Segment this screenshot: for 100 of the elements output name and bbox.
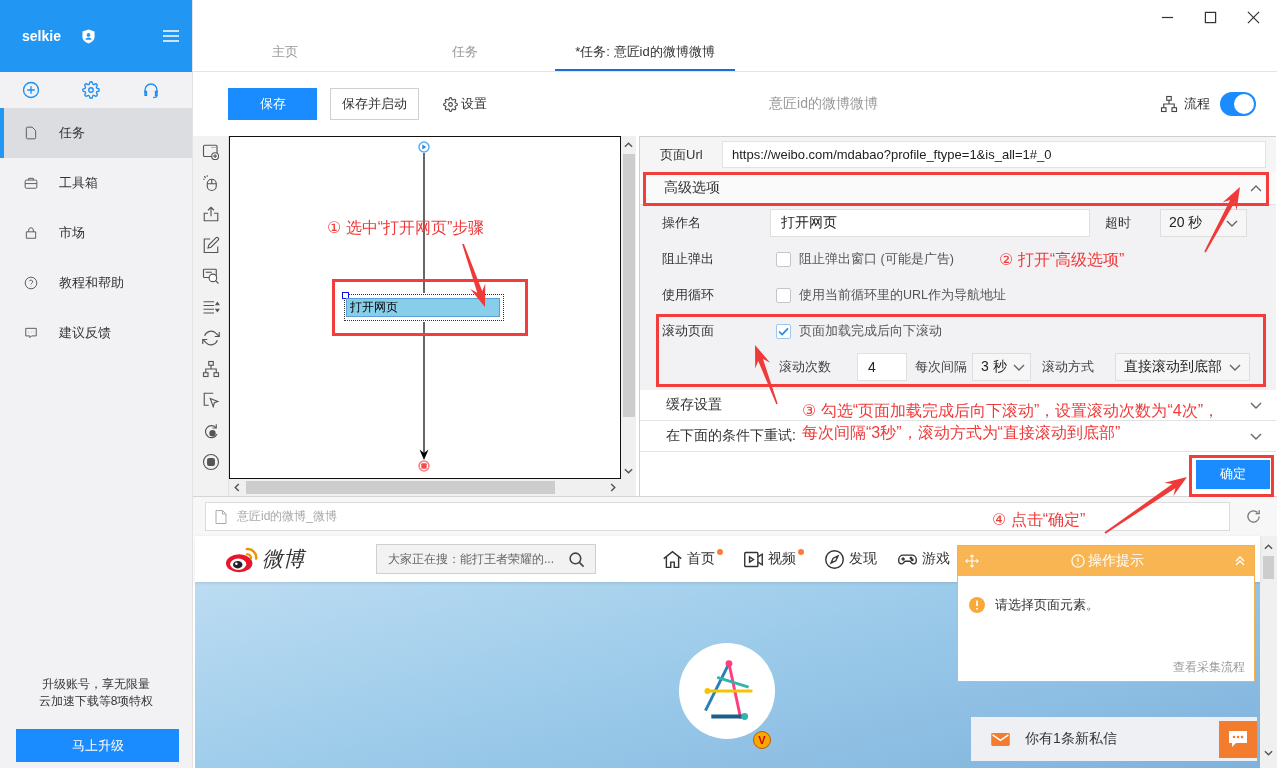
new-window-icon[interactable] bbox=[201, 143, 220, 161]
compass-icon bbox=[824, 548, 845, 570]
scrollbar-thumb[interactable] bbox=[246, 481, 555, 494]
dropdown[interactable]: 直接滚动到底部 bbox=[1115, 353, 1250, 381]
scrollbar-thumb[interactable] bbox=[1263, 556, 1274, 579]
message-text: 你有1条新私信 bbox=[1025, 730, 1117, 748]
edit-icon[interactable] bbox=[201, 236, 220, 254]
headset-icon[interactable] bbox=[142, 81, 160, 99]
dropdown[interactable]: 3 秒 bbox=[972, 353, 1031, 381]
cursor-select-icon[interactable] bbox=[201, 391, 220, 409]
nav-link[interactable]: 游戏 bbox=[897, 548, 950, 570]
chevron-up-icon[interactable] bbox=[1250, 184, 1262, 192]
annotation-arrow bbox=[755, 345, 778, 405]
toggle-label: 流程 bbox=[1184, 95, 1210, 113]
field-label: 阻止弹出 bbox=[662, 250, 715, 268]
search-icon[interactable] bbox=[568, 550, 585, 568]
field-label: 滚动次数 bbox=[779, 358, 832, 376]
dropdown[interactable]: 20 秒 bbox=[1160, 209, 1247, 237]
promo-text: 升级账号，享无限量 云加速下载等8项特权 bbox=[37, 676, 155, 710]
hierarchy-icon[interactable] bbox=[201, 360, 220, 378]
logo-text: 微博 bbox=[262, 545, 305, 573]
chevron-down-icon bbox=[1012, 363, 1025, 371]
nav-link[interactable]: 首页 bbox=[662, 548, 723, 570]
end-icon bbox=[418, 460, 430, 472]
input-field[interactable]: 打开网页 bbox=[770, 209, 1090, 237]
chevron-down-icon[interactable] bbox=[624, 468, 633, 474]
checkbox[interactable] bbox=[776, 287, 791, 303]
home-icon bbox=[662, 548, 683, 570]
chevron-down-icon[interactable] bbox=[1264, 750, 1273, 756]
help-icon bbox=[24, 276, 38, 290]
chat-bubble-icon bbox=[1228, 730, 1248, 748]
sidebar-item[interactable]: 教程和帮助 bbox=[0, 258, 192, 308]
url-field[interactable]: https://weibo.com/mdabao?profile_ftype=1&is_all=1#_0 bbox=[722, 141, 1266, 168]
tab[interactable]: *任务: 意匠id的微博微博 bbox=[555, 34, 735, 71]
save-start-button[interactable]: 保存并启动 bbox=[330, 88, 419, 120]
section-header[interactable]: 高级选项 bbox=[664, 179, 720, 197]
field-label: 超时 bbox=[1105, 214, 1132, 232]
maximize-icon[interactable] bbox=[1204, 10, 1217, 24]
input-field[interactable]: 4 bbox=[857, 353, 907, 381]
stop-icon[interactable] bbox=[201, 453, 220, 471]
chevron-down-icon bbox=[1226, 219, 1238, 227]
checkbox-label: 页面加载完成后向下滚动 bbox=[799, 322, 942, 340]
nav-link[interactable]: 视频 bbox=[743, 548, 804, 570]
selection-handle-icon[interactable] bbox=[342, 292, 349, 299]
brand-name: selkie bbox=[22, 28, 61, 44]
upload-icon[interactable] bbox=[201, 205, 220, 223]
nav-link[interactable]: 发现 bbox=[824, 548, 877, 570]
briefcase-icon bbox=[24, 176, 38, 190]
image-search-icon[interactable] bbox=[201, 267, 220, 285]
toggle-switch[interactable] bbox=[1220, 92, 1256, 116]
task-title: 意匠id的微博微博 bbox=[768, 95, 879, 113]
chevron-left-icon[interactable] bbox=[234, 483, 240, 492]
checkbox-label: 阻止弹出窗口 (可能是广告) bbox=[799, 250, 954, 268]
info-icon bbox=[1070, 554, 1085, 568]
field-label: 每次间隔 bbox=[915, 358, 968, 376]
checkbox-label: 使用当前循环里的URL作为导航地址 bbox=[799, 286, 1006, 304]
hierarchy-icon bbox=[1160, 95, 1178, 113]
shield-user-icon bbox=[81, 28, 95, 44]
bag-icon bbox=[24, 226, 38, 240]
chat-button[interactable] bbox=[1219, 720, 1257, 758]
refresh-icon[interactable] bbox=[1245, 508, 1262, 525]
section-header[interactable]: 在下面的条件下重试: bbox=[666, 427, 796, 445]
search-field[interactable]: 大家正在搜：能打王者荣耀的... bbox=[376, 544, 596, 574]
warning-icon bbox=[969, 597, 985, 613]
settings-button[interactable]: 设置 bbox=[443, 95, 487, 113]
section-header[interactable]: 缓存设置 bbox=[666, 396, 722, 414]
annotation-text: ③ 勾选“页面加载完成后向下滚动”，设置滚动次数为“4次”， 每次间隔“3秒”，滚动方式为“直接滚动到底部” bbox=[802, 401, 1219, 443]
sidebar-item[interactable]: 任务 bbox=[0, 108, 192, 158]
vertical-scrollbar[interactable] bbox=[1260, 536, 1277, 768]
start-icon bbox=[418, 141, 430, 153]
annotation-arrow bbox=[462, 243, 486, 307]
settings-icon bbox=[443, 96, 458, 112]
checkbox[interactable] bbox=[776, 251, 791, 267]
mail-icon bbox=[991, 732, 1010, 746]
add-icon[interactable] bbox=[22, 81, 40, 99]
verified-badge: V bbox=[753, 731, 771, 749]
sidebar-item[interactable]: 工具箱 bbox=[0, 158, 192, 208]
checkbox[interactable] bbox=[776, 323, 791, 339]
settings-icon[interactable] bbox=[82, 81, 100, 99]
sidebar-item[interactable]: 市场 bbox=[0, 208, 192, 258]
page-icon bbox=[215, 509, 227, 524]
close-icon[interactable] bbox=[1247, 10, 1260, 24]
list-sort-icon[interactable] bbox=[201, 298, 220, 316]
field-label: 使用循环 bbox=[662, 286, 715, 304]
loop-icon[interactable] bbox=[201, 329, 220, 347]
field-label: 页面Url bbox=[660, 145, 704, 164]
field-label: 操作名 bbox=[662, 214, 702, 232]
chevron-up-icon[interactable] bbox=[1264, 544, 1273, 550]
chevron-down-icon[interactable] bbox=[1250, 401, 1262, 409]
scrollbar-thumb[interactable] bbox=[622, 154, 635, 417]
mouse-icon[interactable] bbox=[201, 174, 220, 192]
chevron-down-icon[interactable] bbox=[1250, 432, 1262, 440]
chevron-right-icon[interactable] bbox=[610, 483, 616, 492]
flow-step[interactable]: 打开网页 bbox=[346, 298, 500, 317]
field-label: 滚动方式 bbox=[1042, 358, 1095, 376]
annotation-text: ② 打开“高级选项” bbox=[999, 250, 1125, 270]
chevron-up-icon[interactable] bbox=[624, 142, 633, 148]
annotation-arrow bbox=[1204, 187, 1240, 253]
field-label: 滚动页面 bbox=[662, 322, 715, 340]
sidebar-item[interactable]: 建议反馈 bbox=[0, 308, 192, 358]
